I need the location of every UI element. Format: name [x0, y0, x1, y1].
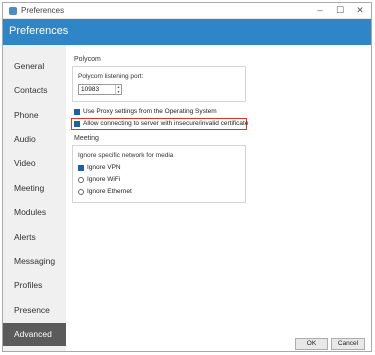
sidebar: General Contacts Phone Audio Video Meeti… — [3, 45, 66, 351]
ignore-vpn-checkbox[interactable] — [78, 164, 84, 171]
maximize-icon[interactable]: ☐ — [335, 5, 345, 16]
minimize-icon[interactable]: – — [315, 5, 325, 16]
sidebar-item-audio[interactable]: Audio — [3, 128, 66, 151]
ignore-wifi-label: Ignore WiFi — [87, 176, 121, 183]
header-bar: Preferences — [3, 19, 371, 45]
ok-button[interactable]: OK — [295, 338, 328, 350]
spin-arrows-icon[interactable]: ▲ ▼ — [115, 85, 121, 94]
window-title: Preferences — [21, 6, 65, 15]
content-panel: Polycom Polycom listening port: 10983 ▲ ▼… — [67, 45, 371, 351]
window-controls: – ☐ ✕ — [315, 5, 365, 16]
meeting-section-title: Meeting — [74, 135, 99, 142]
ignore-network-label: Ignore specific network for media — [78, 152, 174, 159]
sidebar-item-meeting[interactable]: Meeting — [3, 177, 66, 200]
port-spinbox[interactable]: 10983 ▲ ▼ — [78, 84, 122, 95]
port-value: 10983 — [81, 86, 100, 93]
sidebar-item-profiles[interactable]: Profiles — [3, 274, 66, 297]
ignore-ethernet-option[interactable]: Ignore Ethernet — [78, 188, 132, 195]
app-icon — [9, 7, 17, 15]
use-proxy-checkbox[interactable] — [74, 108, 80, 115]
sidebar-item-alerts[interactable]: Alerts — [3, 226, 66, 249]
meeting-groupbox: Ignore specific network for media Ignore… — [72, 145, 246, 203]
sidebar-item-advanced[interactable]: Advanced — [3, 323, 66, 346]
ignore-wifi-radio[interactable] — [78, 176, 84, 183]
ignore-vpn-option[interactable]: Ignore VPN — [78, 164, 121, 171]
close-icon[interactable]: ✕ — [355, 5, 365, 16]
sidebar-item-presence[interactable]: Presence — [3, 299, 66, 322]
preferences-window: Preferences – ☐ ✕ Preferences General Co… — [2, 2, 372, 352]
polycom-section-title: Polycom — [74, 56, 101, 63]
title-bar: Preferences – ☐ ✕ — [3, 3, 371, 19]
cancel-button[interactable]: Cancel — [331, 338, 365, 350]
sidebar-item-general[interactable]: General — [3, 55, 66, 78]
sidebar-item-messaging[interactable]: Messaging — [3, 250, 66, 273]
ignore-vpn-label: Ignore VPN — [87, 164, 121, 171]
ignore-ethernet-radio[interactable] — [78, 188, 84, 195]
sidebar-item-contacts[interactable]: Contacts — [3, 79, 66, 102]
sidebar-item-phone[interactable]: Phone — [3, 104, 66, 127]
allow-insecure-label: Allow connecting to server with insecure… — [83, 120, 249, 127]
use-proxy-label: Use Proxy settings from the Operating Sy… — [83, 108, 217, 115]
allow-insecure-checkbox[interactable] — [74, 120, 80, 127]
use-proxy-option[interactable]: Use Proxy settings from the Operating Sy… — [74, 108, 217, 115]
port-label: Polycom listening port: — [78, 73, 144, 80]
polycom-groupbox: Polycom listening port: 10983 ▲ ▼ — [72, 66, 246, 102]
sidebar-item-video[interactable]: Video — [3, 152, 66, 175]
sidebar-item-modules[interactable]: Modules — [3, 201, 66, 224]
page-title: Preferences — [9, 25, 69, 37]
allow-insecure-option[interactable]: Allow connecting to server with insecure… — [74, 120, 248, 127]
ignore-ethernet-label: Ignore Ethernet — [87, 188, 132, 195]
ignore-wifi-option[interactable]: Ignore WiFi — [78, 176, 120, 183]
